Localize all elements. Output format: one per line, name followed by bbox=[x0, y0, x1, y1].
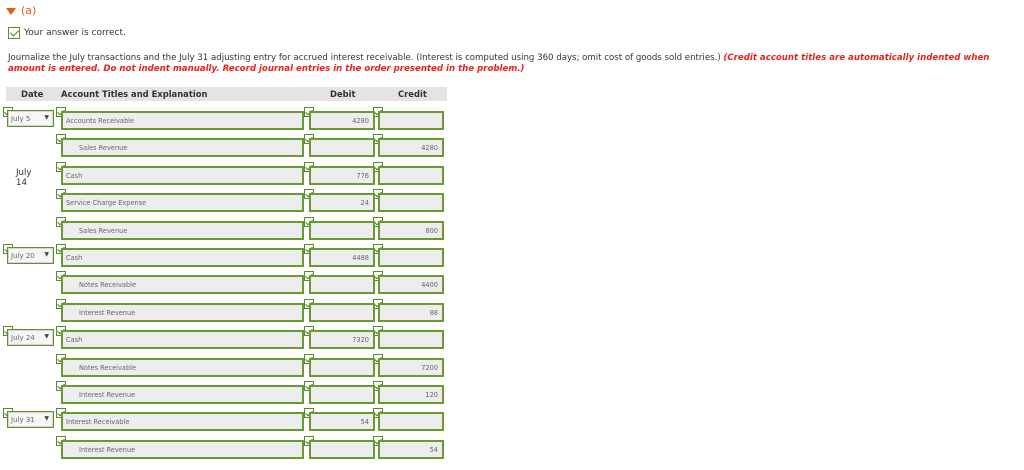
dropdown-arrow-icon: ▼ bbox=[44, 415, 49, 422]
header-date: Date bbox=[21, 89, 44, 99]
account-field[interactable]: Cash bbox=[61, 166, 304, 185]
debit-field[interactable]: 24 bbox=[309, 193, 375, 212]
credit-field[interactable] bbox=[378, 248, 444, 267]
date-select[interactable]: July 31 ▼ bbox=[7, 411, 54, 428]
account-field[interactable]: Sales Revenue bbox=[61, 138, 304, 157]
status-text: Your answer is correct. bbox=[24, 28, 126, 38]
account-field[interactable]: Accounts Receivable bbox=[61, 111, 304, 130]
credit-field[interactable] bbox=[378, 330, 444, 349]
debit-field-value: 54 bbox=[360, 418, 369, 426]
debit-field-value: 4280 bbox=[352, 117, 369, 125]
credit-field-value: 4280 bbox=[421, 144, 438, 152]
credit-field[interactable] bbox=[378, 193, 444, 212]
header-debit: Debit bbox=[330, 89, 356, 99]
dropdown-arrow-icon: ▼ bbox=[44, 114, 49, 121]
date-select-value: July 20 bbox=[11, 252, 35, 260]
account-field-value: Cash bbox=[66, 336, 83, 344]
date-select[interactable]: July 5 ▼ bbox=[7, 110, 54, 127]
account-field-value: Sales Revenue bbox=[79, 227, 128, 235]
account-field[interactable]: Interest Revenue bbox=[61, 303, 304, 322]
date-select-value: July 5 bbox=[11, 115, 31, 123]
instructions: Journalize the July transactions and the… bbox=[8, 53, 1013, 75]
credit-field[interactable] bbox=[378, 111, 444, 130]
debit-field[interactable] bbox=[309, 275, 375, 294]
date-select[interactable]: July 24 ▼ bbox=[7, 329, 54, 346]
credit-field-value: 54 bbox=[429, 446, 438, 454]
credit-field[interactable]: 800 bbox=[378, 221, 444, 240]
credit-field-value: 800 bbox=[425, 227, 438, 235]
account-field[interactable]: Service Charge Expense bbox=[61, 193, 304, 212]
header-account: Account Titles and Explanation bbox=[61, 89, 208, 99]
collapse-triangle-icon[interactable] bbox=[6, 7, 16, 15]
dropdown-arrow-icon: ▼ bbox=[44, 251, 49, 258]
credit-field[interactable]: 54 bbox=[378, 440, 444, 459]
credit-field[interactable]: 7200 bbox=[378, 358, 444, 377]
credit-field[interactable]: 88 bbox=[378, 303, 444, 322]
answer-status: Your answer is correct. bbox=[8, 27, 126, 39]
debit-field[interactable] bbox=[309, 385, 375, 404]
account-field[interactable]: Notes Receivable bbox=[61, 358, 304, 377]
debit-field[interactable]: 54 bbox=[309, 412, 375, 431]
header-credit: Credit bbox=[398, 89, 427, 99]
debit-field[interactable] bbox=[309, 303, 375, 322]
date-select[interactable]: July 20 ▼ bbox=[7, 247, 54, 264]
debit-field[interactable]: 4488 bbox=[309, 248, 375, 267]
credit-field[interactable]: 4400 bbox=[378, 275, 444, 294]
debit-field[interactable] bbox=[309, 221, 375, 240]
account-field-value: Cash bbox=[66, 172, 83, 180]
account-field[interactable]: Cash bbox=[61, 330, 304, 349]
instructions-text: Journalize the July transactions and the… bbox=[8, 53, 721, 63]
debit-field-value: 4488 bbox=[352, 254, 369, 262]
debit-field[interactable] bbox=[309, 440, 375, 459]
account-field[interactable]: Interest Receivable bbox=[61, 412, 304, 431]
account-field-value: Service Charge Expense bbox=[66, 199, 147, 207]
account-field-value: Cash bbox=[66, 254, 83, 262]
credit-field-value: 4400 bbox=[421, 281, 438, 289]
account-field-value: Sales Revenue bbox=[79, 144, 128, 152]
credit-field[interactable]: 120 bbox=[378, 385, 444, 404]
debit-field-value: 7320 bbox=[352, 336, 369, 344]
date-label: July 14 bbox=[16, 168, 32, 188]
debit-field[interactable]: 776 bbox=[309, 166, 375, 185]
debit-field-value: 776 bbox=[356, 172, 369, 180]
credit-field-value: 88 bbox=[429, 309, 438, 317]
credit-field-value: 120 bbox=[425, 391, 438, 399]
part-label: (a) bbox=[21, 4, 37, 17]
account-field-value: Interest Revenue bbox=[79, 309, 136, 317]
journal-table-header: Date Account Titles and Explanation Debi… bbox=[6, 87, 447, 101]
account-field[interactable]: Interest Revenue bbox=[61, 385, 304, 404]
debit-field[interactable] bbox=[309, 138, 375, 157]
debit-field[interactable] bbox=[309, 358, 375, 377]
credit-field-value: 7200 bbox=[421, 364, 438, 372]
date-select-value: July 31 bbox=[11, 416, 35, 424]
account-field-value: Accounts Receivable bbox=[66, 117, 135, 125]
part-a-header[interactable]: (a) bbox=[6, 4, 36, 17]
account-field-value: Notes Receivable bbox=[79, 364, 137, 372]
account-field[interactable]: Sales Revenue bbox=[61, 221, 304, 240]
account-field-value: Interest Receivable bbox=[66, 418, 130, 426]
credit-field[interactable]: 4280 bbox=[378, 138, 444, 157]
debit-field[interactable]: 4280 bbox=[309, 111, 375, 130]
debit-field-value: 24 bbox=[360, 199, 369, 207]
account-field[interactable]: Notes Receivable bbox=[61, 275, 304, 294]
credit-field[interactable] bbox=[378, 412, 444, 431]
credit-field[interactable] bbox=[378, 166, 444, 185]
correct-check-icon bbox=[8, 27, 20, 39]
account-field[interactable]: Cash bbox=[61, 248, 304, 267]
date-select-value: July 24 bbox=[11, 334, 35, 342]
account-field-value: Notes Receivable bbox=[79, 281, 137, 289]
debit-field[interactable]: 7320 bbox=[309, 330, 375, 349]
account-field-value: Interest Revenue bbox=[79, 391, 136, 399]
account-field-value: Interest Revenue bbox=[79, 446, 136, 454]
dropdown-arrow-icon: ▼ bbox=[44, 333, 49, 340]
account-field[interactable]: Interest Revenue bbox=[61, 440, 304, 459]
